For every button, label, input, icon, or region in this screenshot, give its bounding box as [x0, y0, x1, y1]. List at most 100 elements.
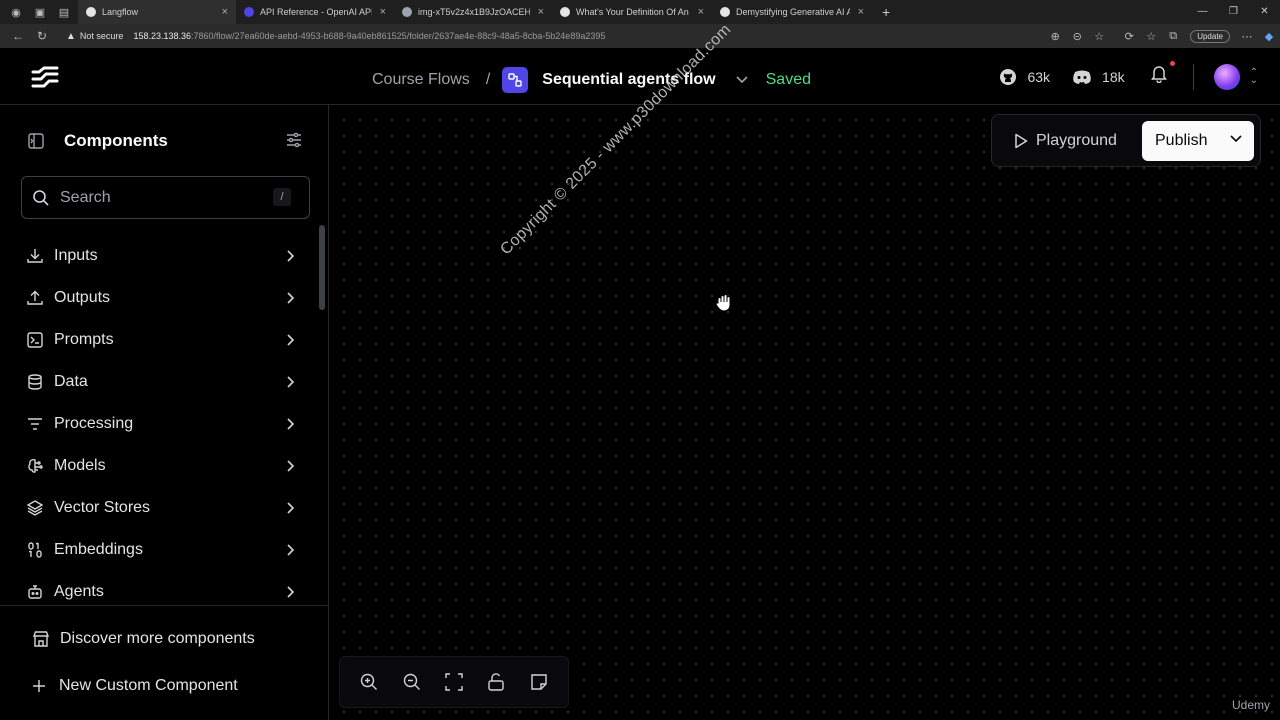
tab-label: Langflow	[102, 7, 139, 17]
account-menu-chevron-icon[interactable]: ⌃ ⌄	[1250, 67, 1258, 85]
notifications-button[interactable]	[1150, 61, 1175, 88]
tab-label: API Reference - OpenAI API	[260, 7, 372, 17]
chevron-right-icon	[286, 417, 295, 435]
browser-tab-openai[interactable]: API Reference - OpenAI API ×	[236, 0, 394, 24]
save-status: Saved	[765, 71, 811, 88]
extensions-icon[interactable]: ⟳	[1118, 30, 1140, 43]
discover-label: Discover more components	[60, 630, 255, 647]
lock-icon[interactable]	[484, 670, 508, 694]
sidebar-item-models[interactable]: Models	[26, 448, 298, 484]
zoom-out-icon[interactable]	[400, 670, 424, 694]
reader-icon[interactable]: ⊝	[1066, 30, 1088, 43]
database-icon	[26, 373, 44, 391]
panel-left-icon[interactable]	[28, 133, 44, 149]
search-icon	[33, 189, 49, 206]
search-input[interactable]	[60, 188, 260, 207]
flow-icon	[502, 67, 529, 93]
security-indicator[interactable]: ▲ Not secure	[66, 31, 123, 42]
sidebar-item-agents[interactable]: Agents	[26, 574, 298, 605]
udemy-watermark: Udemy	[1231, 698, 1270, 712]
copilot-icon[interactable]: ◆	[1258, 30, 1280, 43]
tab-actions-icon[interactable]: ▤	[56, 4, 72, 20]
back-icon[interactable]: ←	[6, 29, 30, 43]
warning-icon: ▲	[66, 30, 76, 42]
sidebar-scrollbar[interactable]	[319, 225, 325, 310]
minimize-icon[interactable]: —	[1187, 0, 1218, 24]
discord-members[interactable]: 18k	[1072, 69, 1125, 85]
restore-icon[interactable]: ❐	[1218, 0, 1249, 24]
sticky-note-icon[interactable]	[527, 670, 551, 694]
breadcrumb: Course Flows / Sequential agents flow Sa…	[372, 67, 811, 93]
langflow-logo-icon[interactable]	[30, 64, 60, 90]
sidebar-item-prompts[interactable]: Prompts	[26, 322, 298, 358]
chevron-right-icon	[286, 333, 295, 351]
browser-tab-image[interactable]: img-xT5v2z4x1B9JzOACEHM1hJ... ×	[394, 0, 552, 24]
close-icon[interactable]: ×	[222, 6, 228, 18]
favorites-icon[interactable]: ☆	[1140, 30, 1162, 43]
url-field[interactable]: 158.23.138.36:7860/flow/27ea60de-aebd-49…	[133, 31, 605, 41]
bell-icon	[1150, 66, 1167, 84]
new-custom-component-button[interactable]: New Custom Component	[32, 677, 238, 695]
chevron-down-icon[interactable]	[736, 73, 748, 87]
medium-favicon-icon	[560, 7, 570, 17]
breadcrumb-separator: /	[485, 71, 491, 88]
sidebar-item-embeddings[interactable]: Embeddings	[26, 532, 298, 568]
sidebar-item-data[interactable]: Data	[26, 364, 298, 400]
sidebar-item-label: Embeddings	[54, 541, 143, 558]
close-icon[interactable]: ×	[858, 6, 864, 18]
sliders-icon[interactable]	[286, 132, 302, 148]
sidebar-item-inputs[interactable]: Inputs	[26, 238, 298, 274]
more-menu-icon[interactable]: ⋯	[1236, 30, 1258, 43]
github-stars[interactable]: 63k	[999, 68, 1050, 86]
flow-canvas[interactable]: Playground Publish Copyright © 2025 - ww…	[330, 21, 1280, 720]
url-host: 158.23.138.36	[133, 31, 191, 41]
component-search[interactable]: /	[21, 176, 310, 219]
playground-button[interactable]: Playground	[1014, 132, 1117, 150]
close-icon[interactable]: ×	[380, 6, 386, 18]
close-icon[interactable]: ×	[538, 6, 544, 18]
sidebar-item-label: Processing	[54, 415, 134, 432]
browser-tab-bar: ◉ ▣ ▤ Langflow × API Reference - OpenAI …	[0, 0, 1280, 24]
fit-view-icon[interactable]	[442, 670, 466, 694]
sidebar-item-processing[interactable]: Processing	[26, 406, 298, 442]
browser-tab-medium-2[interactable]: Demystifying Generative AI Agen ×	[712, 0, 872, 24]
discover-components-link[interactable]: Discover more components	[32, 630, 255, 648]
search-shortcut-badge: /	[273, 188, 291, 206]
chevron-right-icon	[286, 501, 295, 519]
sidebar-item-outputs[interactable]: Outputs	[26, 280, 298, 316]
chevron-right-icon	[286, 585, 295, 603]
zoom-in-icon[interactable]	[357, 670, 381, 694]
tab-label: Demystifying Generative AI Agen	[736, 7, 850, 17]
window-controls: — ❐ ✕	[1187, 0, 1280, 24]
tab-label: What's Your Definition Of An AI A	[576, 7, 690, 17]
avatar[interactable]	[1213, 63, 1240, 90]
sidebar-item-label: Prompts	[54, 331, 114, 348]
chevron-right-icon	[286, 459, 295, 477]
tab-label: img-xT5v2z4x1B9JzOACEHM1hJ...	[418, 7, 530, 17]
favorite-star-icon[interactable]: ☆	[1088, 30, 1110, 43]
browser-tab-medium-1[interactable]: What's Your Definition Of An AI A ×	[552, 0, 712, 24]
collections-icon[interactable]: ⧉	[1162, 30, 1184, 43]
close-icon[interactable]: ×	[698, 6, 704, 18]
publish-label: Publish	[1155, 132, 1208, 149]
sidebar-header: Components	[28, 127, 304, 155]
grab-cursor-icon	[715, 294, 731, 312]
zoom-icon[interactable]: ⊕	[1044, 30, 1066, 43]
medium-favicon-icon	[720, 7, 730, 17]
sidebar-item-label: Data	[54, 373, 88, 390]
browser-tab-langflow[interactable]: Langflow ×	[78, 0, 236, 24]
update-button[interactable]: Update	[1190, 29, 1230, 43]
discord-count: 18k	[1102, 68, 1125, 85]
reload-icon[interactable]: ↻	[30, 29, 54, 43]
upload-icon	[26, 289, 44, 307]
chevron-down-icon	[1230, 135, 1242, 143]
publish-button[interactable]: Publish	[1142, 121, 1254, 161]
sidebar-item-vector-stores[interactable]: Vector Stores	[26, 490, 298, 526]
breadcrumb-folder[interactable]: Course Flows	[372, 71, 470, 89]
profile-icon[interactable]: ◉	[8, 4, 24, 20]
window-close-icon[interactable]: ✕	[1249, 0, 1280, 24]
chevron-right-icon	[286, 249, 295, 267]
new-tab-icon[interactable]: +	[882, 4, 890, 20]
github-count: 63k	[1027, 68, 1051, 85]
workspaces-icon[interactable]: ▣	[32, 4, 48, 20]
